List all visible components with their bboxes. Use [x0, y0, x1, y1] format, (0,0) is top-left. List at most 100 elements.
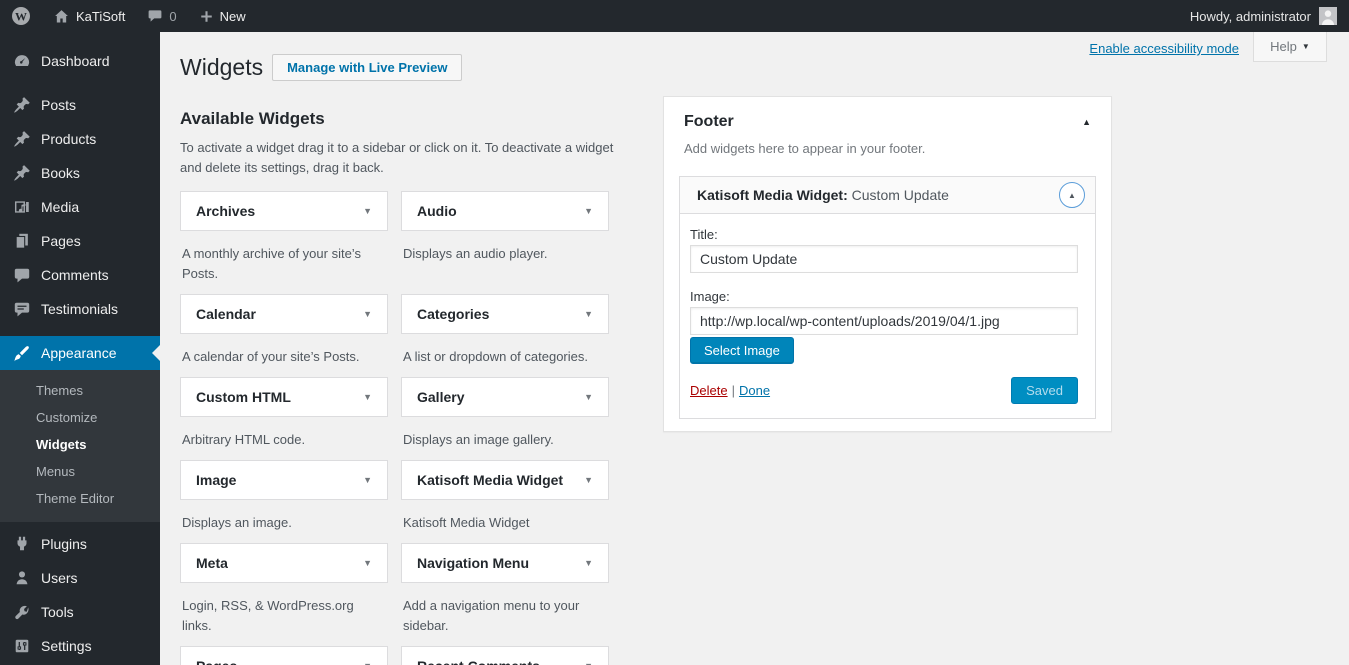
widget-cell: Image ▼ Displays an image.	[180, 460, 388, 543]
howdy-text: Howdy, administrator	[1189, 8, 1311, 24]
chevron-down-icon[interactable]: ▼	[363, 309, 372, 319]
pushpin-icon	[14, 165, 30, 181]
widget-cell: Katisoft Media Widget ▼ Katisoft Media W…	[401, 460, 609, 543]
sidebar-item-posts[interactable]: Posts	[0, 88, 160, 122]
sidebar-item-label: Comments	[41, 267, 109, 283]
screen-meta-links: Enable accessibility mode Help ▼	[1089, 32, 1327, 62]
admin-bar-left: W KaTiSoft 0 New	[0, 0, 257, 32]
widget-cell: Recent Comments ▼	[401, 646, 609, 665]
footer-widget-subtitle: Custom Update	[851, 187, 949, 203]
footer-widget-name: Katisoft Media Widget: Custom Update	[697, 187, 949, 203]
widget-card-recent-comments[interactable]: Recent Comments ▼	[401, 646, 609, 665]
chevron-down-icon[interactable]: ▼	[584, 558, 593, 568]
available-widgets-section: Available Widgets To activate a widget d…	[180, 109, 613, 665]
sidebar-item-books[interactable]: Books	[0, 156, 160, 190]
footer-widget-body: Title: Image: Select Image Delete| Done S…	[680, 214, 1095, 418]
widget-cell: Categories ▼ A list or dropdown of categ…	[401, 294, 609, 377]
widget-card-pages[interactable]: Pages ▼	[180, 646, 388, 665]
image-field-label: Image:	[690, 289, 730, 304]
saved-button[interactable]: Saved	[1011, 377, 1078, 404]
footer-widget-header[interactable]: Katisoft Media Widget: Custom Update ▲	[680, 177, 1095, 214]
delete-link[interactable]: Delete	[690, 383, 728, 398]
widget-card-title: Audio	[417, 203, 457, 219]
pushpin-icon	[14, 131, 30, 147]
widget-card-gallery[interactable]: Gallery ▼	[401, 377, 609, 417]
widget-card-description: A calendar of your site’s Posts.	[182, 349, 360, 364]
sidebar-item-products[interactable]: Products	[0, 122, 160, 156]
widget-card-categories[interactable]: Categories ▼	[401, 294, 609, 334]
submenu-item-customize[interactable]: Customize	[0, 404, 160, 431]
accessibility-mode-link[interactable]: Enable accessibility mode	[1089, 41, 1239, 56]
sidebar-item-media[interactable]: Media	[0, 190, 160, 224]
sidebar-item-appearance[interactable]: Appearance	[0, 336, 160, 370]
manage-live-preview-button[interactable]: Manage with Live Preview	[272, 54, 463, 81]
submenu-item-widgets[interactable]: Widgets	[0, 431, 160, 458]
sidebar-item-users[interactable]: Users	[0, 561, 160, 595]
widget-card-title: Katisoft Media Widget	[417, 472, 564, 488]
widget-card-calendar[interactable]: Calendar ▼	[180, 294, 388, 334]
widget-card-audio[interactable]: Audio ▼	[401, 191, 609, 231]
sidebar-item-testimonials[interactable]: Testimonials	[0, 292, 160, 326]
widget-title-input[interactable]	[690, 245, 1078, 273]
tools-icon	[15, 605, 29, 620]
widget-card-katisoft-media-widget[interactable]: Katisoft Media Widget ▼	[401, 460, 609, 500]
available-widgets-heading: Available Widgets	[180, 109, 325, 128]
link-separator: |	[731, 383, 735, 398]
my-account-menu[interactable]: Howdy, administrator	[1190, 7, 1349, 25]
comments-shortcut[interactable]: 0	[136, 0, 187, 32]
sidebar-item-label: Settings	[41, 638, 92, 654]
chevron-down-icon[interactable]: ▼	[584, 206, 593, 216]
footer-panel-header[interactable]: Footer ▲	[664, 97, 1111, 131]
chevron-down-icon[interactable]: ▼	[363, 392, 372, 402]
chevron-down-icon[interactable]: ▼	[363, 475, 372, 485]
sidebar-item-plugins[interactable]: Plugins	[0, 527, 160, 561]
sidebar-item-label: Dashboard	[41, 53, 110, 69]
chevron-down-icon[interactable]: ▼	[363, 206, 372, 216]
chevron-down-icon[interactable]: ▼	[584, 475, 593, 485]
chevron-down-icon[interactable]: ▼	[584, 309, 593, 319]
done-link[interactable]: Done	[739, 383, 770, 398]
widget-cell: Gallery ▼ Displays an image gallery.	[401, 377, 609, 460]
widget-card-title: Image	[196, 472, 237, 488]
sidebar-item-pages[interactable]: Pages	[0, 224, 160, 258]
help-label: Help	[1270, 39, 1297, 54]
collapse-arrow-icon[interactable]: ▲	[1082, 117, 1091, 127]
chevron-down-icon[interactable]: ▼	[363, 661, 372, 665]
widget-image-url-input[interactable]	[690, 307, 1078, 335]
widget-card-description: A monthly archive of your site’s Posts.	[182, 246, 361, 281]
appearance-submenu: Themes Customize Widgets Menus Theme Edi…	[0, 370, 160, 522]
dashboard-icon	[14, 55, 30, 66]
help-button[interactable]: Help ▼	[1253, 32, 1327, 62]
sidebar-item-label: Tools	[41, 604, 74, 620]
wordpress-logo-icon: W	[12, 7, 30, 25]
submenu-item-theme-editor[interactable]: Theme Editor	[0, 485, 160, 512]
sidebar-item-tools[interactable]: Tools	[0, 595, 160, 629]
submenu-item-themes[interactable]: Themes	[0, 377, 160, 404]
chevron-down-icon[interactable]: ▼	[584, 661, 593, 665]
sidebar-item-settings[interactable]: Settings	[0, 629, 160, 663]
widget-card-archives[interactable]: Archives ▼	[180, 191, 388, 231]
new-content-menu[interactable]: New	[188, 0, 257, 32]
sidebar-item-comments[interactable]: Comments	[0, 258, 160, 292]
sidebar-item-label: Testimonials	[41, 301, 119, 317]
widget-card-navigation-menu[interactable]: Navigation Menu ▼	[401, 543, 609, 583]
widget-card-description: Katisoft Media Widget	[403, 515, 530, 530]
widget-card-title: Gallery	[417, 389, 465, 405]
widget-card-description: Arbitrary HTML code.	[182, 432, 306, 447]
widget-card-meta[interactable]: Meta ▼	[180, 543, 388, 583]
widget-card-image[interactable]: Image ▼	[180, 460, 388, 500]
chevron-down-icon[interactable]: ▼	[363, 558, 372, 568]
submenu-item-menus[interactable]: Menus	[0, 458, 160, 485]
select-image-button[interactable]: Select Image	[690, 337, 794, 364]
footer-panel-title: Footer	[684, 113, 734, 130]
sidebar-item-label: Users	[41, 570, 78, 586]
widget-collapse-button[interactable]: ▲	[1059, 182, 1085, 208]
footer-widget-name-bold: Katisoft Media Widget:	[697, 187, 848, 203]
sidebar-item-dashboard[interactable]: Dashboard	[0, 44, 160, 78]
widget-card-custom-html[interactable]: Custom HTML ▼	[180, 377, 388, 417]
wordpress-logo[interactable]: W	[0, 0, 42, 32]
site-name: KaTiSoft	[76, 8, 126, 24]
widget-card-description: Displays an image.	[182, 515, 292, 530]
chevron-down-icon[interactable]: ▼	[584, 392, 593, 402]
site-link[interactable]: KaTiSoft	[42, 0, 136, 32]
